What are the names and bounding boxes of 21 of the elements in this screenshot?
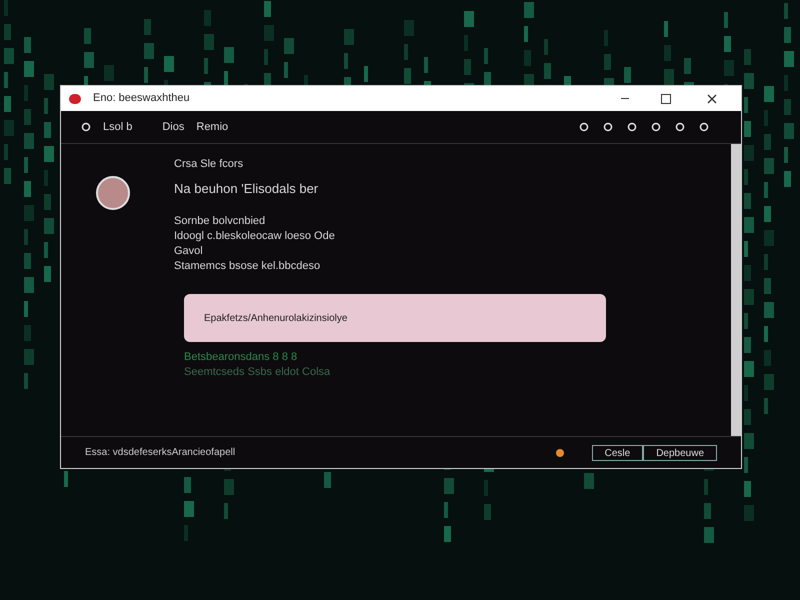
body-text: Stamemcs bsose kel.bbcdeso bbox=[174, 259, 322, 274]
status-text: Seemtcseds Ssbs eldot Colsa bbox=[184, 365, 332, 380]
avatar bbox=[96, 176, 130, 210]
close-icon[interactable] bbox=[707, 94, 717, 104]
footer-button[interactable]: Depbeuwe bbox=[643, 444, 717, 460]
body-text: Idoogl c.bleskoleocaw loeso Ode bbox=[174, 229, 336, 244]
status-text: Betsbearonsdans 8 8 8 bbox=[184, 350, 298, 365]
toolbar-button[interactable]: Remio bbox=[196, 118, 228, 136]
body-text: Sornbe bolvcnbied bbox=[174, 214, 266, 229]
notice-banner: Epakfetzs/Anhenurolakizinsiolye bbox=[184, 294, 606, 342]
maximize-icon[interactable] bbox=[661, 94, 671, 104]
body-text: Gavol bbox=[174, 244, 204, 259]
toolbar-button[interactable]: Dios bbox=[162, 118, 184, 136]
subject-line: Na beuhon 'Elisodals ber bbox=[174, 180, 320, 198]
footer-button[interactable]: Cesle bbox=[592, 444, 644, 460]
toolbar-button[interactable]: Lsol b bbox=[103, 118, 132, 136]
scrollbar[interactable] bbox=[731, 144, 741, 436]
status-bar-text: Essa: vdsdefeserksArancieofapell bbox=[85, 446, 236, 460]
window-title: Eno: beeswaxhtheu bbox=[93, 91, 190, 106]
app-logo-icon bbox=[69, 94, 81, 104]
sender-line: Crsa Sle fcors bbox=[174, 157, 244, 172]
